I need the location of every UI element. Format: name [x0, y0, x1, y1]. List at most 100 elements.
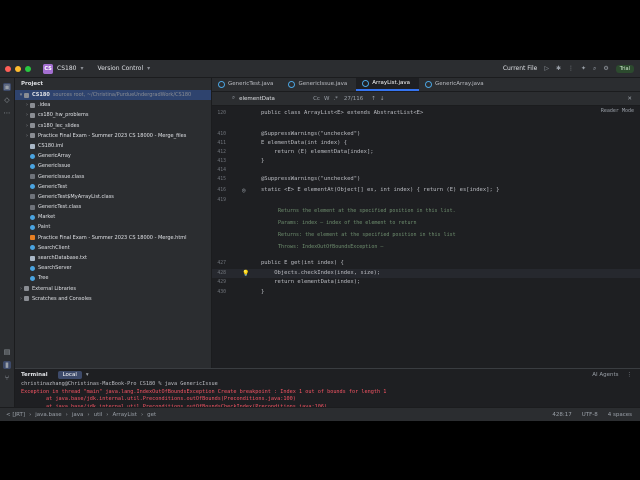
java-icon	[30, 245, 35, 251]
find-input[interactable]: elementData	[239, 96, 309, 102]
folder-icon	[30, 102, 35, 108]
tree-item[interactable]: SearchClient	[15, 243, 211, 253]
cursor-position[interactable]: 428:17	[552, 412, 571, 418]
ai-agents-menu[interactable]: AI Agents	[592, 372, 618, 378]
next-match-icon[interactable]: ↓	[380, 96, 385, 102]
tree-item-label: Paint	[38, 224, 51, 231]
tree-item[interactable]: › External Libraries	[15, 284, 211, 294]
regex-toggle[interactable]: .*	[333, 96, 338, 102]
close-window-button[interactable]	[5, 65, 11, 72]
debug-icon[interactable]: ✱	[556, 65, 561, 72]
override-marker-icon[interactable]: ◎	[242, 186, 246, 195]
tree-item[interactable]: GenericIssue	[15, 161, 211, 171]
editor-tab[interactable]: GenericTest.java	[212, 78, 282, 91]
commit-icon[interactable]: ◇	[3, 96, 11, 104]
java-icon	[30, 153, 35, 159]
tree-item[interactable]: › cs180_lec_slides	[15, 121, 211, 131]
tree-item[interactable]: Market	[15, 212, 211, 222]
problems-icon[interactable]: ▤	[3, 348, 11, 356]
terminal-error-line: Exception in thread "main" java.lang.Ind…	[21, 388, 387, 395]
breadcrumb-item[interactable]: java	[72, 412, 84, 418]
maximize-window-button[interactable]	[25, 65, 31, 72]
tree-item-label: GenericArray	[38, 153, 71, 160]
terminal-tab-local[interactable]: Local	[57, 371, 82, 379]
tree-item[interactable]: GenericTest	[15, 182, 211, 192]
java-icon	[30, 275, 35, 281]
tree-item[interactable]: Paint	[15, 222, 211, 232]
indent-setting[interactable]: 4 spaces	[608, 412, 632, 418]
trial-badge[interactable]: Trial	[615, 64, 634, 73]
close-find-icon[interactable]: ✕	[627, 96, 632, 102]
tree-item-label: GenericTest	[38, 183, 68, 190]
code-line: 429 return elementData(index);	[212, 278, 640, 287]
more-tools-icon[interactable]: ⋯	[3, 109, 11, 117]
chevron-right-icon: ›	[29, 411, 32, 418]
code-view[interactable]: Reader Mode Returns the element at the s…	[212, 106, 640, 368]
breadcrumb-item[interactable]: < [JRT]	[6, 412, 25, 418]
editor-tab[interactable]: ArrayList.java	[356, 78, 419, 91]
stack-trace-line[interactable]: at java.base/jdk.internal.util.Precondit…	[21, 396, 640, 404]
find-bar: ⌕ elementData Cc W .* 27/116 ↑ ↓ ✕	[212, 92, 640, 106]
chevron-down-icon[interactable]: ▾	[86, 372, 89, 378]
tree-item[interactable]: GenericIssue.class	[15, 172, 211, 182]
terminal-icon[interactable]: ▮	[3, 361, 11, 369]
intention-bulb-icon[interactable]: 💡	[242, 269, 249, 278]
terminal-line: christinazhang@Christinas-MacBook-Pro CS…	[21, 381, 218, 387]
code-line: 427 public E get(int index) {	[212, 259, 640, 268]
tree-item[interactable]: › Scratches and Consoles	[15, 294, 211, 304]
project-folder-icon[interactable]: ▣	[3, 83, 11, 91]
code-line: 415 @SuppressWarnings("unchecked")	[212, 175, 640, 184]
code-text: }	[261, 289, 265, 295]
code-line: 412 return (E) elementData[index];	[212, 148, 640, 157]
whole-word-toggle[interactable]: W	[324, 96, 329, 102]
terminal-title: Terminal	[21, 372, 48, 378]
java-icon	[30, 163, 35, 169]
html-icon	[30, 235, 35, 241]
tree-item[interactable]: › .idea	[15, 100, 211, 110]
tree-item[interactable]: SearchServer	[15, 263, 211, 273]
editor-tab[interactable]: GenericIssue.java	[282, 78, 356, 91]
settings-gear-icon[interactable]: ⚙	[603, 65, 608, 72]
tree-item[interactable]: searchDatabase.txt	[15, 253, 211, 263]
line-number: 419	[217, 198, 226, 203]
breadcrumb-item[interactable]: util	[94, 412, 103, 418]
vcs-menu[interactable]: Version Control	[97, 65, 143, 72]
tree-item[interactable]: GenericTest$MyArrayList.class	[15, 192, 211, 202]
line-number: 410	[217, 132, 226, 137]
match-case-toggle[interactable]: Cc	[313, 96, 320, 102]
editor-tab-label: ArrayList.java	[372, 80, 410, 86]
tree-item[interactable]: GenericTest.class	[15, 202, 211, 212]
git-icon[interactable]: ⑂	[3, 374, 11, 382]
tree-item[interactable]: GenericArray	[15, 151, 211, 161]
tree-item[interactable]: › Practice Final Exam - Summer 2023 CS 18…	[15, 131, 211, 141]
javadoc-line: Returns the element at the specified pos…	[278, 208, 456, 214]
editor-tab[interactable]: GenericArray.java	[419, 78, 493, 91]
tree-item-label: cs180_hw_problems	[38, 112, 89, 119]
project-name-menu[interactable]: CS180	[57, 65, 76, 72]
minimize-window-button[interactable]	[15, 65, 21, 72]
more-icon[interactable]: ⋮	[568, 65, 574, 72]
line-number: 415	[217, 177, 226, 182]
search-icon[interactable]: ⌕	[593, 65, 596, 73]
run-icon[interactable]: ▷	[544, 65, 549, 72]
tree-item-label: SearchServer	[38, 265, 72, 272]
prev-match-icon[interactable]: ↑	[371, 96, 376, 102]
tree-item[interactable]: Tree	[15, 273, 211, 283]
tree-item-label: Scratches and Consoles	[32, 295, 92, 302]
tree-item[interactable]: › cs180_hw_problems	[15, 110, 211, 120]
file-encoding[interactable]: UTF-8	[582, 412, 598, 418]
breadcrumb-item[interactable]: java.base	[35, 412, 61, 418]
code-line: 413}	[212, 157, 640, 166]
ai-assistant-icon[interactable]: ✦	[581, 65, 586, 72]
tree-root[interactable]: ▾ CS180 sources root, ~/Christina/Purdue…	[15, 90, 211, 101]
more-icon[interactable]: ⋮	[627, 372, 633, 378]
match-count: 27/116	[343, 95, 364, 102]
run-config-selector[interactable]: Current File	[503, 65, 537, 72]
code-text: }	[261, 158, 265, 164]
tree-item-label: SearchClient	[38, 244, 70, 251]
breadcrumb-item[interactable]: get	[147, 412, 156, 418]
tree-item-label: cs180_lec_slides	[38, 122, 80, 129]
tree-item[interactable]: Practice Final Exam - Summer 2023 CS 180…	[15, 233, 211, 243]
breadcrumb-item[interactable]: ArrayList	[113, 412, 137, 418]
tree-item[interactable]: CS180.iml	[15, 141, 211, 151]
